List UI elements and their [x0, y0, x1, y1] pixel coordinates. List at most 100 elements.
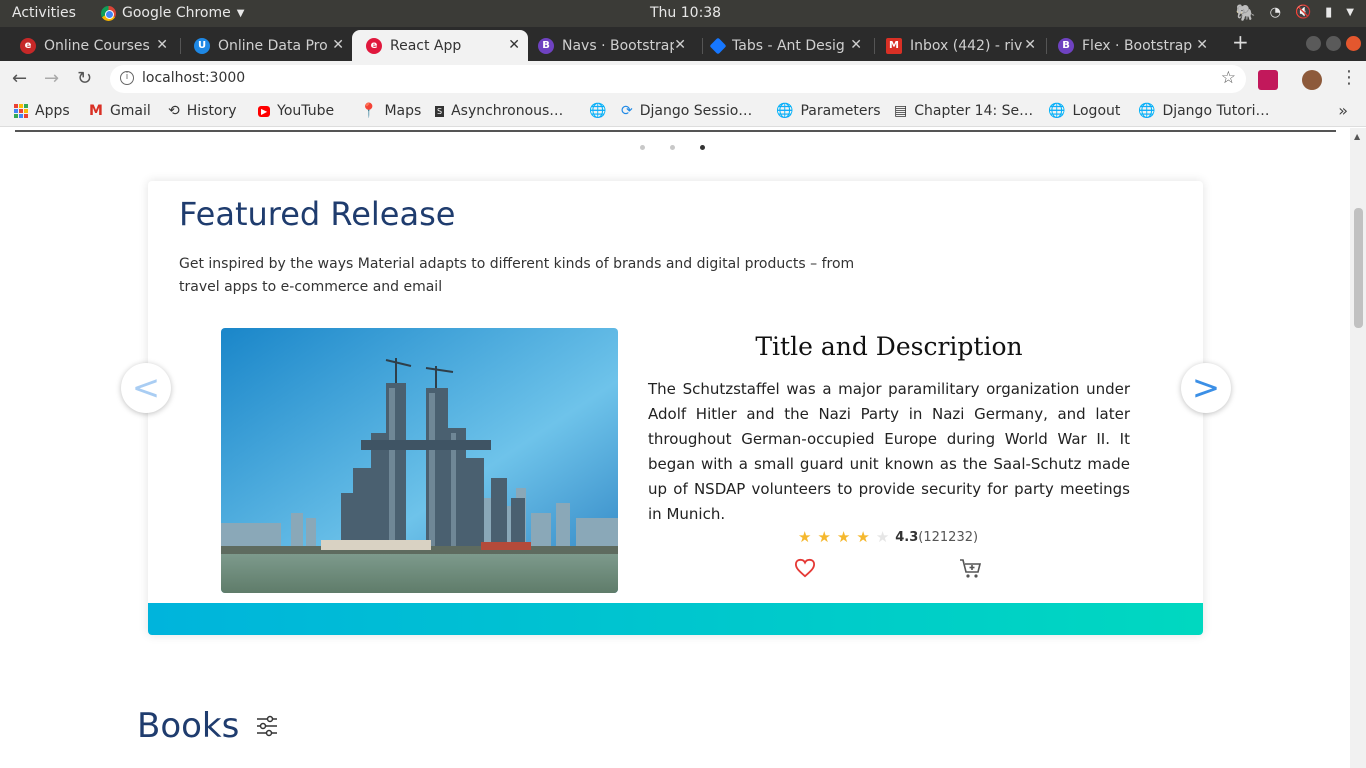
tab-react-app[interactable]: e React App ✕ [352, 30, 528, 61]
page-content: Featured Release Get inspired by the way… [0, 128, 1366, 768]
bookmarks-bar: Apps M Gmail ⟲ History ▶ YouTube 📍 Maps … [0, 97, 1366, 127]
bookmark-youtube[interactable]: ▶ YouTube [258, 103, 334, 119]
postgres-icon[interactable]: 🐘 [1236, 3, 1256, 22]
bookmark-globe[interactable]: 🌐 [589, 103, 613, 119]
battery-icon: ▮ [1325, 5, 1333, 20]
carousel-dot-1[interactable] [640, 145, 645, 150]
tab-online-data-pro[interactable]: U Online Data Pro ✕ [174, 30, 352, 61]
bookmarks-overflow-icon[interactable]: » [1338, 101, 1348, 120]
youtube-icon: ▶ [258, 105, 271, 117]
site-icon: S [435, 105, 445, 117]
bookmark-history[interactable]: ⟲ History [168, 103, 237, 119]
maximize-button[interactable] [1326, 36, 1341, 51]
featured-heading: Featured Release [179, 195, 456, 233]
page-scrollbar[interactable]: ▲ [1350, 128, 1366, 768]
bookmark-label: Django Tutori… [1162, 103, 1270, 119]
bookmark-label: Asynchronous… [451, 103, 564, 119]
book-icon: ▤ [894, 103, 908, 119]
globe-icon: 🌐 [1048, 103, 1066, 119]
address-bar[interactable]: i localhost:3000 ☆ [110, 65, 1246, 93]
heart-icon [794, 558, 816, 578]
forward-button[interactable]: → [44, 68, 59, 89]
reload-button[interactable]: ↻ [77, 68, 92, 89]
info-icon[interactable]: i [120, 71, 134, 85]
star-filled-icon: ★ [798, 528, 812, 546]
menu-kebab-icon[interactable]: ⋮ [1340, 67, 1358, 88]
app-menu-label: Google Chrome [122, 5, 231, 21]
minimize-button[interactable] [1306, 36, 1321, 51]
filter-sliders-icon[interactable] [255, 714, 279, 738]
bookmark-apps[interactable]: Apps [14, 103, 70, 119]
scroll-up-icon[interactable]: ▲ [1354, 132, 1360, 141]
toolbar: ← → ↻ i localhost:3000 ☆ [0, 61, 1366, 97]
bookmark-parameters[interactable]: 🌐 Parameters [776, 103, 881, 119]
cart-plus-icon [960, 559, 982, 578]
close-icon[interactable]: ✕ [156, 37, 168, 53]
tab-favicon-icon: B [538, 37, 554, 54]
item-description: The Schutzstaffel was a major paramilita… [648, 380, 1130, 523]
star-empty-icon: ★ [875, 528, 890, 546]
card-gradient-footer [148, 603, 1203, 635]
system-tray[interactable]: 🐘 ◔ 🔇 ▮ ▼ [1236, 3, 1354, 22]
extension-icon[interactable] [1258, 70, 1278, 90]
tab-title: Flex · Bootstrap [1082, 37, 1193, 54]
close-icon[interactable]: ✕ [674, 37, 686, 53]
featured-subtitle: Get inspired by the ways Material adapts… [179, 256, 855, 295]
volume-icon: 🔇 [1294, 5, 1312, 20]
close-icon[interactable]: ✕ [332, 37, 344, 53]
bookmark-maps[interactable]: 📍 Maps [360, 103, 421, 119]
carousel-dot-2[interactable] [670, 145, 675, 150]
new-tab-button[interactable]: + [1232, 30, 1249, 54]
bookmark-label: Apps [35, 103, 70, 119]
app-menu[interactable]: Google Chrome ▼ [101, 5, 244, 21]
activities-button[interactable]: Activities [12, 5, 76, 21]
bookmark-django-tutorial[interactable]: 🌐 Django Tutori… [1138, 103, 1269, 119]
favorite-button[interactable] [794, 558, 816, 582]
history-icon: ⟲ [168, 103, 180, 119]
carousel-prev-button[interactable]: < [121, 363, 171, 413]
tab-navs-bootstrap[interactable]: B Navs · Bootstrap ✕ [518, 30, 694, 61]
tab-online-courses[interactable]: e Online Courses ✕ [0, 30, 176, 61]
back-button[interactable]: ← [12, 68, 27, 89]
bookmark-label: Chapter 14: Se… [914, 103, 1034, 119]
carousel-indicators [640, 145, 705, 150]
bookmark-label: YouTube [277, 103, 335, 119]
item-title: Title and Description [755, 332, 1023, 361]
tab-inbox[interactable]: M Inbox (442) - riva ✕ [866, 30, 1044, 61]
tab-favicon-icon: e [20, 37, 36, 54]
bookmark-logout[interactable]: 🌐 Logout [1048, 103, 1120, 119]
tab-strip: e Online Courses ✕ U Online Data Pro ✕ e… [0, 27, 1366, 61]
close-window-button[interactable] [1346, 36, 1361, 51]
close-icon[interactable]: ✕ [1196, 37, 1208, 53]
bookmark-chapter-14[interactable]: ▤ Chapter 14: Se… [894, 103, 1033, 119]
bookmark-label: Django Sessio… [639, 103, 753, 119]
bookmark-label: History [186, 103, 237, 119]
gmail-icon: M [89, 103, 103, 119]
bookmark-gmail[interactable]: M Gmail [89, 103, 151, 119]
featured-image [221, 328, 618, 593]
tab-flex-bootstrap[interactable]: B Flex · Bootstrap ✕ [1038, 30, 1216, 61]
tab-favicon-icon: U [194, 37, 210, 54]
close-icon[interactable]: ✕ [850, 37, 862, 53]
add-to-cart-button[interactable] [959, 558, 983, 584]
bookmark-label: Parameters [800, 103, 881, 119]
rating: ★ ★ ★ ★ ★ 4.3 (121232) [798, 528, 978, 546]
tab-title: React App [390, 37, 462, 54]
tab-title: Inbox (442) - riva [910, 37, 1022, 54]
profile-avatar[interactable] [1302, 70, 1322, 90]
scrollbar-thumb[interactable] [1354, 208, 1363, 328]
clock[interactable]: Thu 10:38 [650, 5, 721, 21]
chevron-left-icon: < [131, 368, 161, 408]
close-icon[interactable]: ✕ [1024, 37, 1036, 53]
carousel-next-button[interactable]: > [1181, 363, 1231, 413]
bookmark-star-icon[interactable]: ☆ [1221, 68, 1236, 88]
tab-ant-design[interactable]: Tabs - Ant Desig ✕ [692, 30, 870, 61]
tab-favicon-icon: B [1058, 37, 1074, 54]
globe-icon: 🌐 [776, 103, 794, 119]
apps-grid-icon [14, 104, 28, 118]
bookmark-asynchronous[interactable]: S Asynchronous… [435, 103, 563, 119]
bookmark-django-session[interactable]: ⟳ Django Sessio… [621, 103, 752, 119]
bookmark-label: Gmail [109, 103, 151, 119]
carousel-dot-3[interactable] [700, 145, 705, 150]
address-url[interactable]: localhost:3000 [142, 70, 245, 86]
